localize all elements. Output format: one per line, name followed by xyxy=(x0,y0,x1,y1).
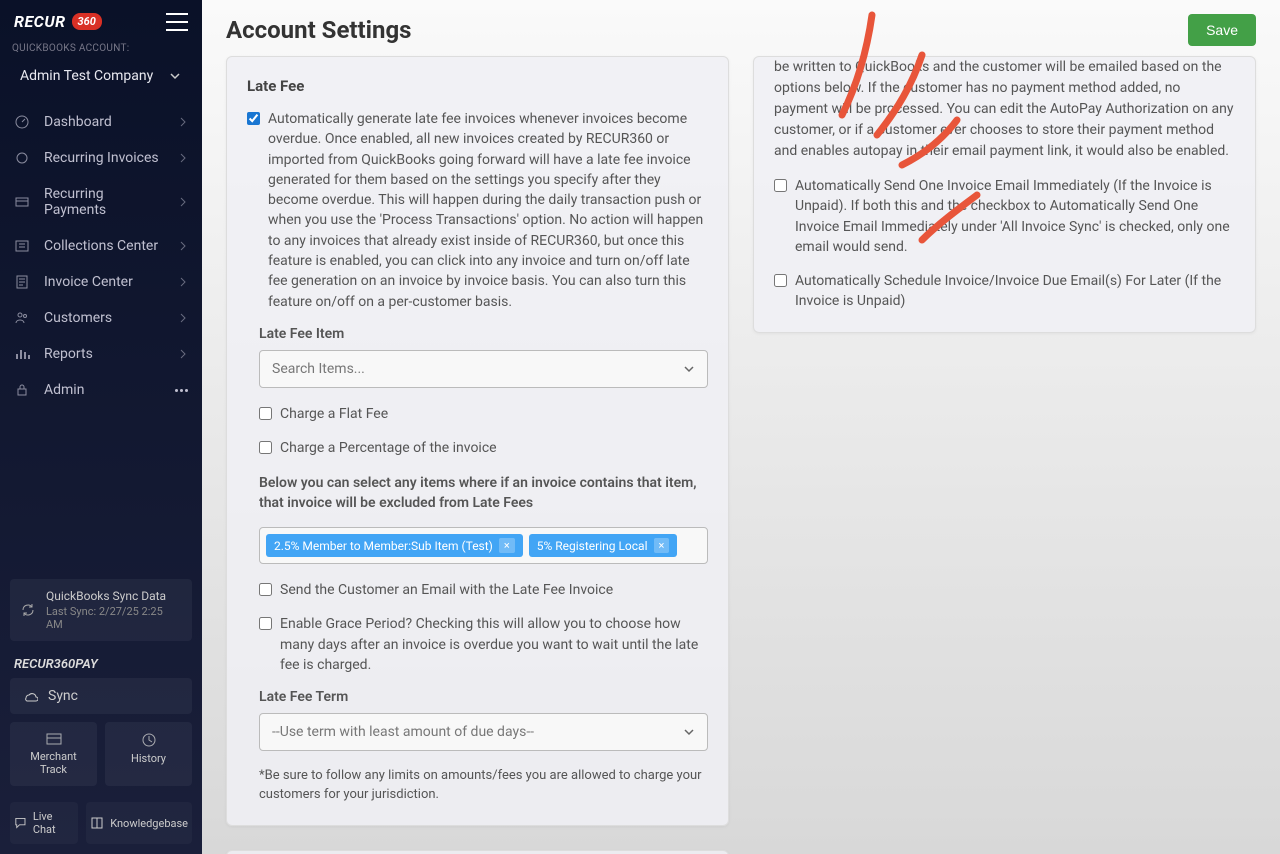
nav-recurring-payments[interactable]: Recurring Payments xyxy=(0,176,202,228)
logo-badge: 360 xyxy=(72,13,102,30)
nav-reports[interactable]: Reports xyxy=(0,336,202,372)
chevron-right-icon xyxy=(178,277,188,287)
grace-period-checkbox[interactable] xyxy=(259,617,272,630)
nav-collections-center[interactable]: Collections Center xyxy=(0,228,202,264)
chevron-right-icon xyxy=(178,153,188,163)
gauge-icon xyxy=(14,114,30,130)
pay-header: RECUR360PAY xyxy=(10,657,192,672)
nav-dashboard[interactable]: Dashboard xyxy=(0,104,202,140)
merchant-track-button[interactable]: Merchant Track xyxy=(10,722,97,786)
live-chat-link[interactable]: Live Chat xyxy=(10,802,78,844)
sync-title: QuickBooks Sync Data xyxy=(46,589,182,603)
right-options-card: be written to QuickBooks and the custome… xyxy=(753,56,1256,333)
book-icon xyxy=(90,816,104,830)
pct-fee-checkbox-row[interactable]: Charge a Percentage of the invoice xyxy=(259,438,708,458)
save-button[interactable]: Save xyxy=(1188,14,1256,46)
send-email-checkbox-row[interactable]: Send the Customer an Email with the Late… xyxy=(259,580,708,600)
logo: RECUR 360 xyxy=(14,12,102,31)
autopay-card: AutoPay Authorization Settings Check the… xyxy=(226,850,729,854)
sync-status-box[interactable]: QuickBooks Sync Data Last Sync: 2/27/25 … xyxy=(10,579,192,641)
late-fee-card: Late Fee Automatically generate late fee… xyxy=(226,56,729,826)
grace-period-checkbox-row[interactable]: Enable Grace Period? Checking this will … xyxy=(259,614,708,675)
sync-subtitle: Last Sync: 2/27/25 2:25 AM xyxy=(46,605,182,631)
auto-send-checkbox[interactable] xyxy=(774,179,787,192)
nav-recurring-invoices[interactable]: Recurring Invoices xyxy=(0,140,202,176)
chevron-down-icon xyxy=(683,363,695,375)
chevron-right-icon xyxy=(178,349,188,359)
account-name: Admin Test Company xyxy=(20,68,153,84)
menu-toggle-icon[interactable] xyxy=(166,13,188,31)
inbox-icon xyxy=(14,238,30,254)
flat-fee-checkbox-row[interactable]: Charge a Flat Fee xyxy=(259,404,708,424)
pct-fee-checkbox[interactable] xyxy=(259,441,272,454)
auto-late-fee-checkbox[interactable] xyxy=(247,112,260,125)
page-title: Account Settings xyxy=(226,16,411,44)
late-fee-item-label: Late Fee Item xyxy=(259,326,708,342)
chevron-right-icon xyxy=(178,117,188,127)
knowledgebase-link[interactable]: Knowledgebase xyxy=(86,802,192,844)
flat-fee-checkbox[interactable] xyxy=(259,407,272,420)
lock-icon xyxy=(14,382,30,398)
remove-tag-icon[interactable]: × xyxy=(499,538,515,553)
chat-icon xyxy=(14,816,27,830)
merchant-icon xyxy=(16,732,91,746)
card-icon xyxy=(14,194,30,210)
sidebar: RECUR 360 QUICKBOOKS ACCOUNT: Admin Test… xyxy=(0,0,202,854)
auto-schedule-checkbox[interactable] xyxy=(774,274,787,287)
exclude-tag: 5% Registering Local × xyxy=(529,534,678,557)
auto-late-fee-checkbox-row[interactable]: Automatically generate late fee invoices… xyxy=(247,109,708,312)
more-icon xyxy=(175,389,188,392)
cloud-sync-icon xyxy=(22,688,38,704)
sync-button[interactable]: Sync xyxy=(10,678,192,714)
late-fee-term-label: Late Fee Term xyxy=(259,689,708,705)
chevron-right-icon xyxy=(178,241,188,251)
late-fee-title: Late Fee xyxy=(247,77,708,95)
clock-icon xyxy=(111,732,186,748)
people-icon xyxy=(14,310,30,326)
late-fee-footnote: *Be sure to follow any limits on amounts… xyxy=(259,767,708,805)
exclude-tag: 2.5% Member to Member:Sub Item (Test) × xyxy=(266,534,523,557)
chevron-right-icon xyxy=(178,197,188,207)
send-email-checkbox[interactable] xyxy=(259,583,272,596)
nav-invoice-center[interactable]: Invoice Center xyxy=(0,264,202,300)
remove-tag-icon[interactable]: × xyxy=(654,538,670,553)
history-button[interactable]: History xyxy=(105,722,192,786)
refresh-icon xyxy=(14,150,30,166)
nav: Dashboard Recurring Invoices Recurring P… xyxy=(0,104,202,569)
late-fee-term-select[interactable]: --Use term with least amount of due days… xyxy=(259,713,708,751)
auto-schedule-checkbox-row[interactable]: Automatically Schedule Invoice/Invoice D… xyxy=(774,271,1235,312)
sync-icon xyxy=(20,602,36,618)
main-content: Account Settings Save Late Fee Automatic… xyxy=(202,0,1280,854)
chevron-down-icon xyxy=(168,69,182,83)
late-fee-item-select[interactable]: Search Items... xyxy=(259,350,708,388)
right-overflow-text: be written to QuickBooks and the custome… xyxy=(774,57,1235,162)
nav-admin[interactable]: Admin xyxy=(0,372,202,408)
logo-text: RECUR xyxy=(14,12,66,31)
account-selector[interactable]: Admin Test Company xyxy=(8,58,194,94)
auto-late-fee-desc: Automatically generate late fee invoices… xyxy=(268,109,708,312)
chevron-right-icon xyxy=(178,313,188,323)
auto-send-checkbox-row[interactable]: Automatically Send One Invoice Email Imm… xyxy=(774,176,1235,257)
chevron-down-icon xyxy=(683,726,695,738)
exclude-desc: Below you can select any items where if … xyxy=(259,473,708,514)
bars-icon xyxy=(14,346,30,362)
doc-icon xyxy=(14,274,30,290)
exclude-items-input[interactable]: 2.5% Member to Member:Sub Item (Test) × … xyxy=(259,527,708,564)
nav-customers[interactable]: Customers xyxy=(0,300,202,336)
qb-account-label: QUICKBOOKS ACCOUNT: xyxy=(0,43,202,58)
